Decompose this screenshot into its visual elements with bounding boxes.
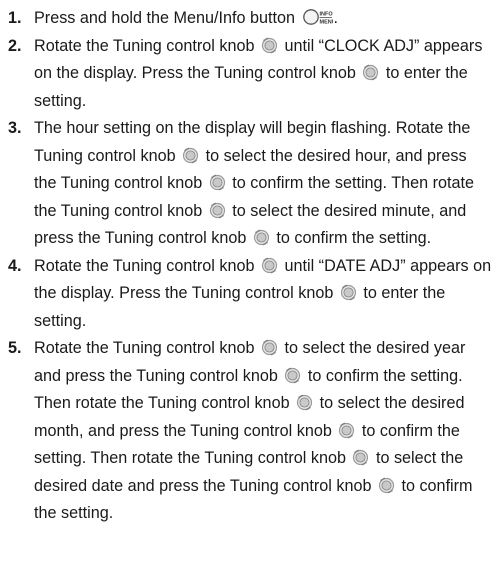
tuning-knob-icon bbox=[295, 393, 314, 411]
tuning-knob-icon bbox=[351, 448, 370, 466]
tuning-knob-icon bbox=[361, 63, 380, 81]
tuning-knob-icon bbox=[181, 146, 200, 163]
step-text: . bbox=[333, 9, 338, 27]
step-text: Rotate the Tuning control knob bbox=[34, 256, 259, 275]
step-text: to confirm the setting. bbox=[271, 229, 432, 247]
tuning-knob-icon bbox=[339, 283, 358, 301]
instruction-list: 1. Press and hold the Menu/Info button IN… bbox=[0, 5, 493, 528]
step-text: Rotate the Tuning control knob bbox=[34, 36, 259, 55]
step-number: 2. bbox=[8, 36, 22, 55]
step-text: Rotate the Tuning control knob bbox=[34, 339, 259, 357]
step-number: 1. bbox=[8, 9, 22, 27]
tuning-knob-icon bbox=[252, 228, 271, 246]
svg-text:INFO: INFO bbox=[320, 12, 334, 18]
instruction-step: 3. The hour setting on the display will b… bbox=[0, 115, 493, 253]
tuning-knob-icon bbox=[260, 256, 279, 273]
instruction-step: 2. Rotate the Tuning control knob until “… bbox=[0, 33, 493, 116]
svg-text:MENU: MENU bbox=[320, 20, 334, 26]
tuning-knob-icon bbox=[337, 421, 356, 438]
tuning-knob-icon bbox=[260, 36, 279, 53]
step-number: 5. bbox=[8, 339, 22, 357]
manual-page: 1. Press and hold the Menu/Info button IN… bbox=[0, 0, 493, 583]
tuning-knob-icon bbox=[208, 201, 227, 218]
tuning-knob-icon bbox=[208, 173, 227, 191]
instruction-step: 4. Rotate the Tuning control knob until “… bbox=[0, 253, 493, 336]
tuning-knob-icon bbox=[283, 366, 302, 383]
step-text: Press and hold the Menu/Info button bbox=[34, 9, 300, 27]
instruction-step: 1. Press and hold the Menu/Info button IN… bbox=[0, 5, 493, 33]
tuning-knob-icon bbox=[260, 338, 279, 356]
step-number: 3. bbox=[8, 119, 22, 137]
menu-info-button-icon: INFO MENU bbox=[303, 8, 336, 26]
instruction-step: 5. Rotate the Tuning control knob to sele… bbox=[0, 335, 493, 528]
step-number: 4. bbox=[8, 256, 22, 275]
tuning-knob-icon bbox=[377, 476, 396, 493]
